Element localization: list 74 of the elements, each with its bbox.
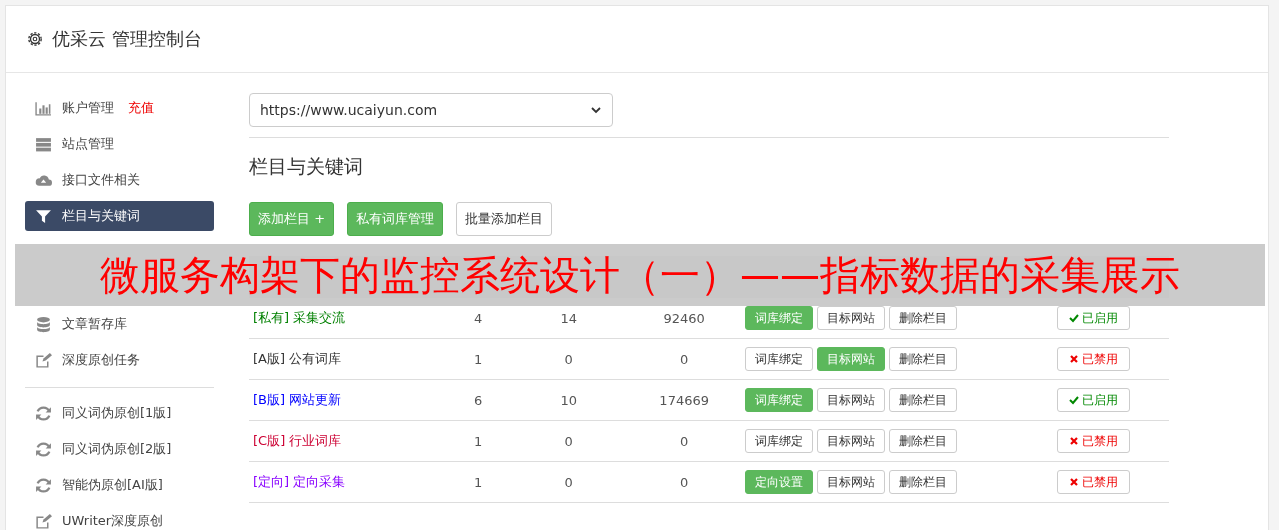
sidebar-label: 账户管理 [62, 99, 114, 117]
table-cell: [A版] 公有词库 [249, 338, 448, 380]
sidebar-item[interactable]: UWriter深度原创 [25, 506, 214, 530]
row-action-button[interactable]: 目标网站 [816, 388, 885, 412]
console-title: 优采云 管理控制台 [52, 27, 202, 51]
table-cell: 174669 [628, 379, 740, 421]
caret-icon [590, 104, 602, 116]
sidebar-label: 栏目与关键词 [62, 207, 140, 225]
toolbar-button[interactable]: 批量添加栏目 [456, 202, 553, 236]
section-title: 栏目与关键词 [249, 154, 364, 179]
status-button[interactable]: 已禁用 [1057, 429, 1131, 453]
recharge-link[interactable]: 充值 [128, 99, 154, 117]
row-action-button[interactable]: 目标网站 [816, 470, 885, 494]
table-cell: 0 [508, 420, 629, 462]
refresh-icon [35, 404, 52, 422]
table-cell: 6 [447, 379, 509, 421]
sidebar-item[interactable]: 同义词伪原创[1版] [25, 398, 214, 428]
sidebar-label: 智能伪原创[AI版] [62, 476, 163, 494]
close-icon [1069, 435, 1080, 446]
sidebar-label: 站点管理 [62, 135, 114, 153]
sidebar-item[interactable]: 智能伪原创[AI版] [25, 470, 214, 500]
sidebar-item[interactable]: 深度原创任务 [25, 345, 214, 375]
row-action-button[interactable]: 删除栏目 [888, 347, 957, 371]
sidebar-item[interactable]: 栏目与关键词 [25, 201, 214, 231]
settings-icon [26, 30, 44, 48]
sidebar-label: 同义词伪原创[1版] [62, 404, 172, 422]
status-button[interactable]: 已启用 [1057, 388, 1131, 412]
row-action-button[interactable]: 删除栏目 [888, 470, 957, 494]
check-icon [1069, 394, 1080, 405]
status-button[interactable]: 已禁用 [1057, 347, 1131, 371]
row-action-button[interactable]: 目标网站 [816, 429, 885, 453]
table-cell: 0 [628, 461, 740, 503]
sidebar-item[interactable]: 站点管理 [25, 129, 214, 159]
sidebar-item[interactable]: 同义词伪原创[2版] [25, 434, 214, 464]
database-icon [35, 315, 52, 333]
table-cell: 0 [508, 461, 629, 503]
table-cell: 0 [628, 420, 740, 462]
table-cell: 0 [628, 338, 740, 380]
row-action-button[interactable]: 删除栏目 [888, 306, 957, 330]
status-button[interactable]: 已启用 [1057, 306, 1131, 330]
refresh-icon [35, 476, 52, 494]
row-action-button[interactable]: 目标网站 [816, 306, 885, 330]
server-icon [35, 135, 52, 153]
table-cell: 1 [447, 461, 509, 503]
row-action-button[interactable]: 词库绑定 [744, 347, 813, 371]
filter-icon [35, 207, 52, 225]
sidebar-item[interactable]: 文章暂存库 [25, 309, 214, 339]
sidebar-label: 深度原创任务 [62, 351, 140, 369]
table-cell: [定向] 定向采集 [249, 461, 448, 503]
banner-title: 微服务构架下的监控系统设计（一）——指标数据的采集展示 [100, 250, 1180, 300]
status-button[interactable]: 已禁用 [1057, 470, 1131, 494]
close-icon [1069, 476, 1080, 487]
row-action-button[interactable]: 词库绑定 [744, 429, 813, 453]
table-cell: [C版] 行业词库 [249, 420, 448, 462]
row-action-button[interactable]: 删除栏目 [888, 388, 957, 412]
sidebar-label: 文章暂存库 [62, 315, 127, 333]
row-action-button[interactable]: 删除栏目 [888, 429, 957, 453]
sidebar-item[interactable]: 账户管理 充值 [25, 93, 214, 123]
edit-icon [35, 351, 52, 369]
sidebar-label: 接口文件相关 [62, 171, 140, 189]
bar-chart-icon [35, 99, 52, 117]
table-cell: [B版] 网站更新 [249, 379, 448, 421]
table-cell: 1 [447, 338, 509, 380]
sidebar-item[interactable]: 接口文件相关 [25, 165, 214, 195]
table-cell: 1 [447, 420, 509, 462]
refresh-icon [35, 440, 52, 458]
sidebar-label: 同义词伪原创[2版] [62, 440, 172, 458]
check-icon [1069, 312, 1080, 323]
sidebar-label: UWriter深度原创 [62, 512, 164, 530]
site-select[interactable]: https://www.ucaiyun.com [249, 93, 613, 127]
table-cell: 10 [508, 379, 629, 421]
close-icon [1069, 353, 1080, 364]
edit-icon [35, 512, 52, 530]
table-cell: 0 [508, 338, 629, 380]
